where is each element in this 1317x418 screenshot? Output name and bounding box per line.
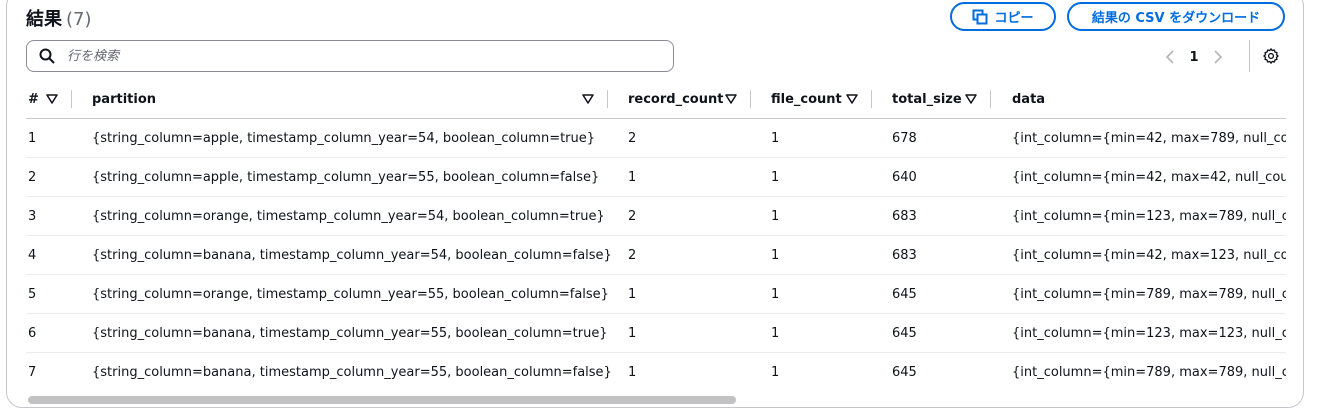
cell-data: {int_column={min=789, max=789, null_cou (1012, 364, 1286, 380)
column-header-record-count[interactable]: record_count (628, 80, 728, 118)
results-count: (7) (66, 9, 92, 30)
search-bar[interactable] (26, 40, 674, 72)
cell-data: {int_column={min=42, max=123, null_coun (1012, 247, 1286, 263)
cell-file-count: 1 (771, 247, 780, 263)
cell-data: {int_column={min=42, max=42, null_count= (1012, 169, 1286, 185)
cell-record-count: 2 (628, 247, 637, 263)
cell-index: 6 (28, 325, 37, 341)
cell-file-count: 1 (771, 364, 780, 380)
table-row: 4 {string_column=banana, timestamp_column… (26, 236, 1286, 275)
column-header-data[interactable]: data (1012, 80, 1112, 118)
cell-index: 5 (28, 286, 37, 302)
copy-icon (972, 9, 988, 24)
column-divider[interactable] (607, 90, 608, 108)
gear-icon[interactable] (1262, 47, 1280, 65)
cell-record-count: 1 (628, 286, 637, 302)
next-page-button[interactable] (1208, 47, 1228, 67)
sort-icon[interactable] (846, 94, 858, 104)
column-divider[interactable] (990, 90, 991, 108)
cell-partition: {string_column=banana, timestamp_column_… (92, 247, 612, 263)
cell-file-count: 1 (771, 325, 780, 341)
search-input[interactable] (65, 47, 629, 65)
table-row: 3 {string_column=orange, timestamp_column… (26, 197, 1286, 236)
cell-total-size: 645 (892, 286, 917, 302)
cell-record-count: 1 (628, 364, 637, 380)
cell-partition: {string_column=apple, timestamp_column_y… (92, 169, 600, 185)
table-row: 7 {string_column=banana, timestamp_column… (26, 353, 1286, 390)
cell-total-size: 645 (892, 364, 917, 380)
pagination-divider (1249, 40, 1250, 72)
cell-partition: {string_column=banana, timestamp_column_… (92, 364, 612, 380)
title-text: 結果 (26, 9, 62, 30)
pagination: 1 (1160, 44, 1228, 70)
cell-total-size: 683 (892, 247, 917, 263)
cell-total-size: 678 (892, 130, 917, 146)
copy-button-label: コピー (994, 11, 1034, 26)
column-header-partition[interactable]: partition (92, 80, 292, 118)
cell-file-count: 1 (771, 169, 780, 185)
scrollbar-thumb[interactable] (28, 396, 736, 404)
column-header-index[interactable]: # (28, 80, 48, 118)
cell-index: 1 (28, 130, 37, 146)
cell-total-size: 640 (892, 169, 917, 185)
cell-data: {int_column={min=123, max=123, null_cou (1012, 325, 1286, 341)
chevron-left-icon (1165, 50, 1174, 64)
column-header-file-count[interactable]: file_count (771, 80, 851, 118)
cell-partition: {string_column=orange, timestamp_column_… (92, 208, 605, 224)
cell-file-count: 1 (771, 286, 780, 302)
cell-index: 7 (28, 364, 37, 380)
cell-total-size: 683 (892, 208, 917, 224)
table-row: 1 {string_column=apple, timestamp_column_… (26, 119, 1286, 158)
column-divider[interactable] (750, 90, 751, 108)
column-header-total-size[interactable]: total_size (892, 80, 972, 118)
sort-icon[interactable] (46, 94, 58, 104)
page-title: 結果 (7) (26, 5, 92, 31)
table-row: 2 {string_column=apple, timestamp_column_… (26, 158, 1286, 197)
chevron-right-icon (1214, 50, 1223, 64)
cell-index: 2 (28, 169, 37, 185)
cell-record-count: 1 (628, 325, 637, 341)
previous-page-button[interactable] (1160, 47, 1180, 67)
cell-data: {int_column={min=42, max=789, null_coun (1012, 130, 1286, 146)
cell-record-count: 2 (628, 208, 637, 224)
table-header: # partition record_count file_count tota… (26, 80, 1286, 119)
cell-record-count: 1 (628, 169, 637, 185)
download-csv-button[interactable]: 結果の CSV をダウンロード (1067, 2, 1285, 31)
horizontal-scrollbar[interactable] (28, 396, 1286, 404)
page-number-button[interactable]: 1 (1180, 50, 1208, 65)
sort-icon[interactable] (582, 94, 594, 104)
table-row: 6 {string_column=banana, timestamp_column… (26, 314, 1286, 353)
column-divider[interactable] (871, 90, 872, 108)
sort-icon[interactable] (725, 94, 737, 104)
sort-icon[interactable] (965, 94, 977, 104)
cell-record-count: 2 (628, 130, 637, 146)
results-table: # partition record_count file_count tota… (26, 80, 1286, 390)
search-icon (39, 48, 55, 64)
column-divider[interactable] (71, 90, 72, 108)
cell-partition: {string_column=banana, timestamp_column_… (92, 325, 608, 341)
copy-button[interactable]: コピー (950, 2, 1056, 31)
download-csv-label: 結果の CSV をダウンロード (1091, 11, 1261, 26)
cell-data: {int_column={min=789, max=789, null_cou (1012, 286, 1286, 302)
cell-data: {int_column={min=123, max=789, null_cou (1012, 208, 1286, 224)
cell-index: 4 (28, 247, 37, 263)
cell-partition: {string_column=orange, timestamp_column_… (92, 286, 609, 302)
cell-file-count: 1 (771, 130, 780, 146)
table-row: 5 {string_column=orange, timestamp_column… (26, 275, 1286, 314)
cell-index: 3 (28, 208, 37, 224)
cell-total-size: 645 (892, 325, 917, 341)
cell-file-count: 1 (771, 208, 780, 224)
cell-partition: {string_column=apple, timestamp_column_y… (92, 130, 596, 146)
